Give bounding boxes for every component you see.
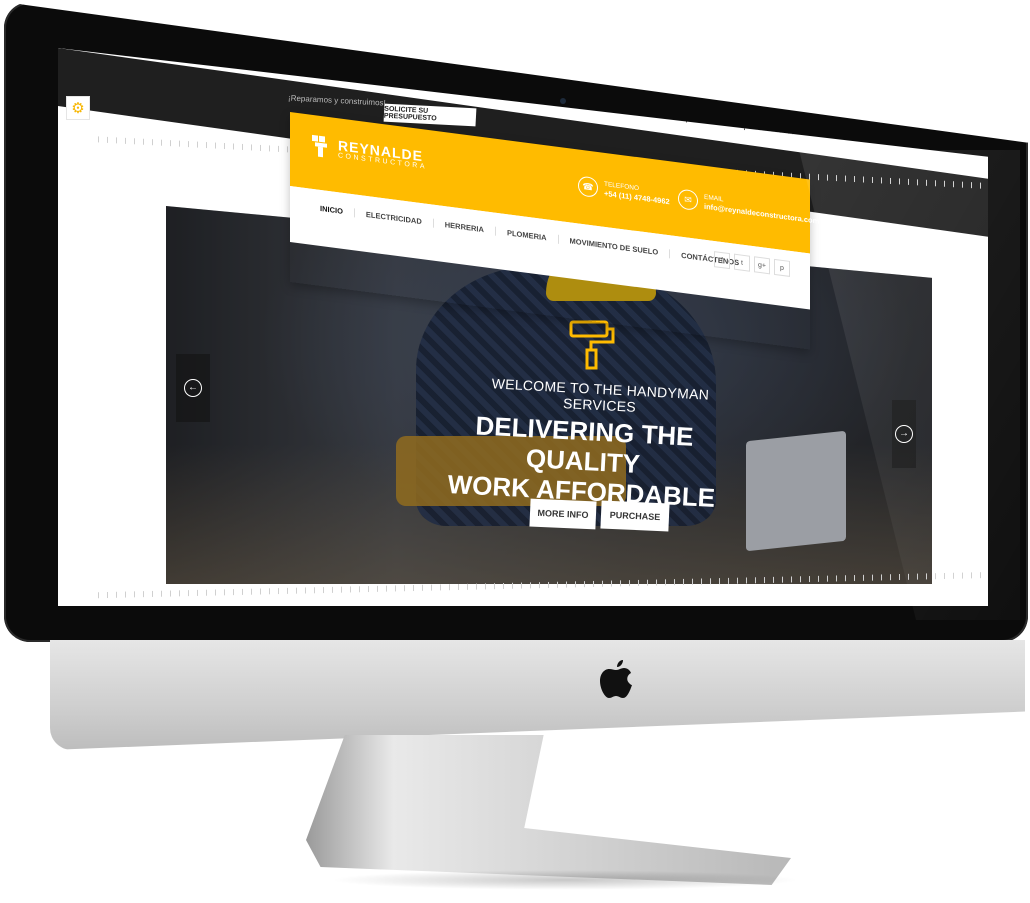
facebook-icon[interactable]: f: [714, 251, 730, 270]
contact-phone: ☎ TELEFONO +54 (11) 4748-4962: [578, 175, 670, 207]
paint-roller-icon: [569, 320, 615, 370]
googleplus-icon[interactable]: g+: [754, 256, 770, 275]
stand-shadow: [330, 870, 800, 890]
nav-item-plomeria[interactable]: PLOMERIA: [494, 226, 558, 244]
arrow-right-icon: →: [895, 425, 913, 443]
nav-item-movimiento[interactable]: MOVIMIENTO DE SUELO: [557, 234, 670, 259]
apple-logo-icon: [600, 660, 632, 698]
logo[interactable]: REYNALDE CONSTRUCTORA: [310, 133, 427, 172]
logo-mark-icon: [312, 134, 327, 158]
nav-item-inicio[interactable]: INICIO: [320, 204, 354, 217]
more-info-button[interactable]: MORE INFO: [529, 498, 597, 530]
camera: [560, 98, 566, 104]
hero-title: DELIVERING THE QUALITY WORK AFFORDABLE: [416, 407, 750, 514]
phone-icon: ☎: [578, 175, 598, 199]
email-text: EMAIL info@reynaldeconstructora.com: [704, 193, 819, 226]
nav-item-electricidad[interactable]: ELECTRICIDAD: [353, 208, 433, 228]
slider-prev-button[interactable]: ←: [176, 354, 210, 422]
phone-text: TELEFONO +54 (11) 4748-4962: [604, 180, 670, 207]
pinterest-icon[interactable]: p: [774, 258, 790, 277]
gear-icon[interactable]: ⚙: [66, 96, 90, 120]
arrow-left-icon: ←: [184, 379, 202, 397]
slider-next-button[interactable]: →: [892, 400, 916, 468]
mail-icon: ✉: [678, 188, 698, 211]
imac-stand: [306, 735, 791, 885]
logo-text: REYNALDE CONSTRUCTORA: [338, 137, 427, 171]
contact-email: ✉ EMAIL info@reynaldeconstructora.com: [678, 188, 819, 226]
twitter-icon[interactable]: t: [734, 253, 750, 272]
social-links: f t g+ p: [714, 251, 790, 277]
imac-chin: [50, 640, 1025, 750]
purchase-button[interactable]: PURCHASE: [600, 500, 670, 532]
nav-item-herreria[interactable]: HERRERIA: [432, 218, 495, 236]
